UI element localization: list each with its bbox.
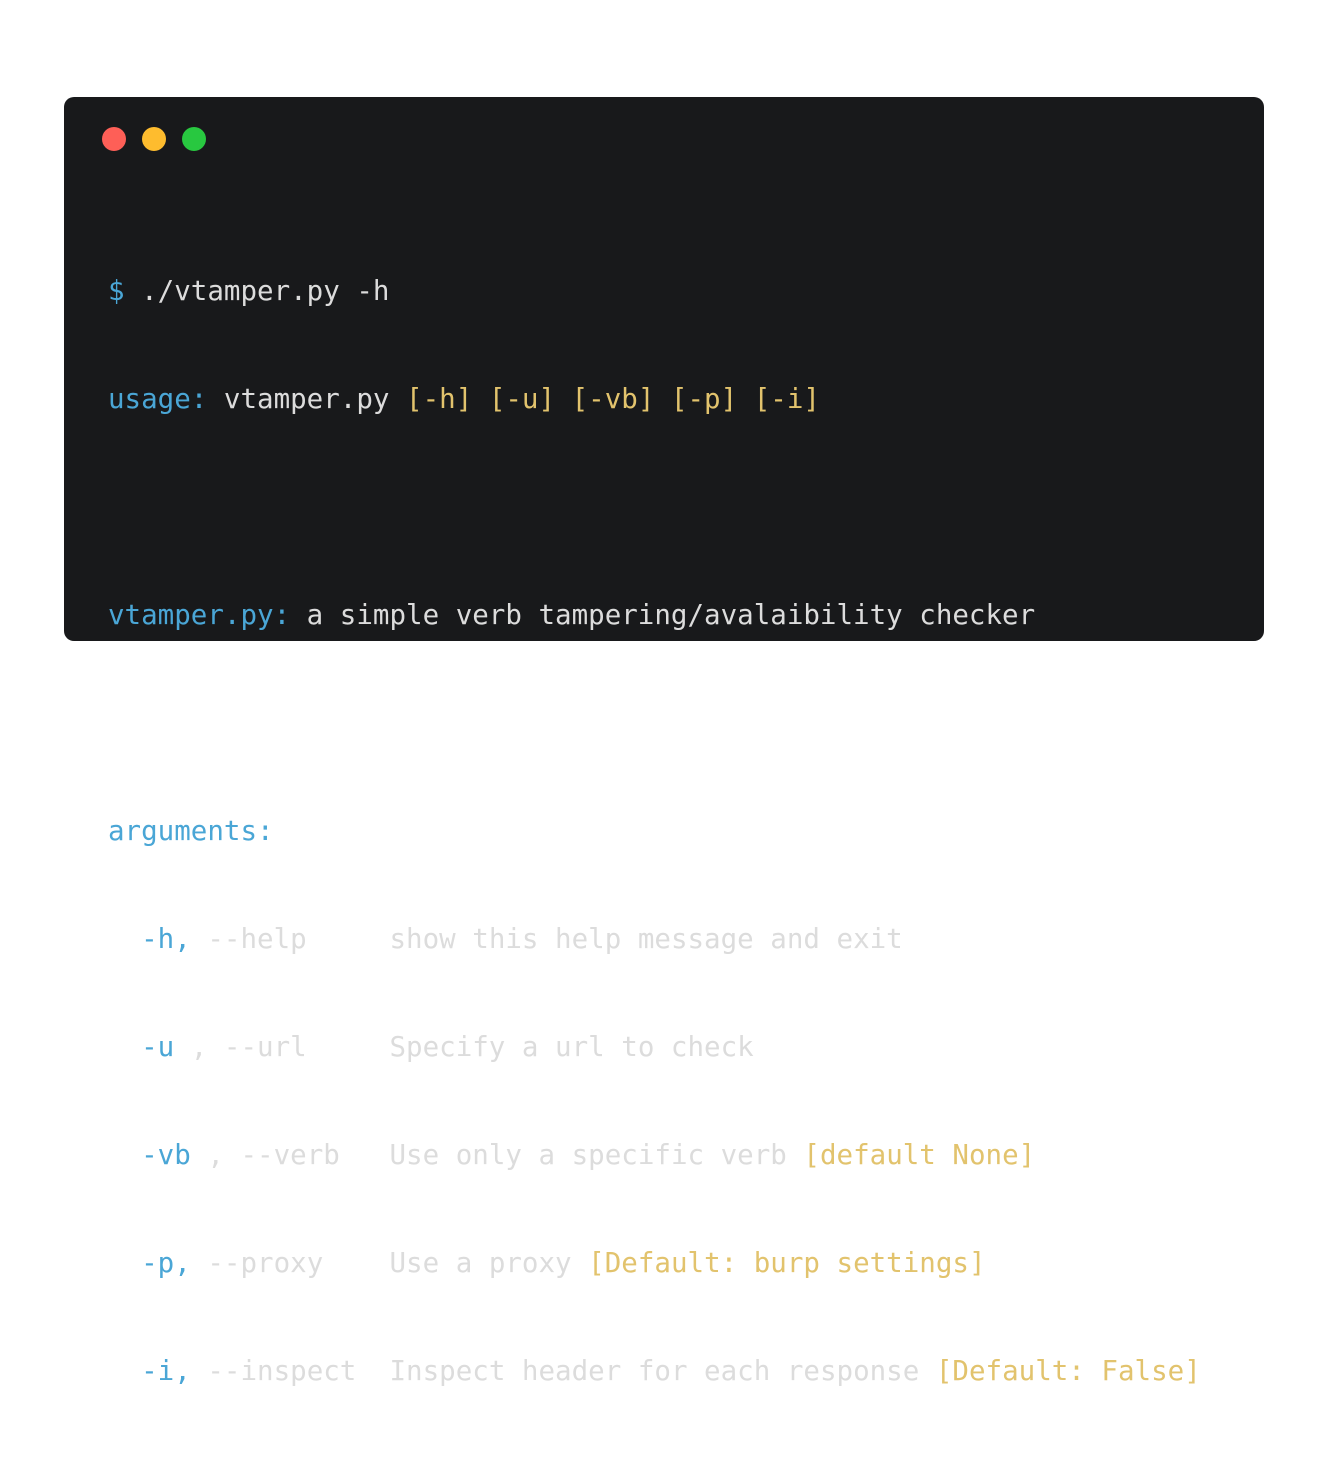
usage-line: usage: vtamper.py [-h] [-u] [-vb] [-p] [… bbox=[108, 381, 1201, 417]
argument-short-flag: -h, bbox=[108, 923, 191, 955]
argument-default: [default None] bbox=[803, 1139, 1036, 1171]
argument-long-flag: , --verb bbox=[190, 1139, 390, 1171]
usage-label: usage: bbox=[108, 383, 208, 415]
window-controls bbox=[102, 127, 206, 151]
description-line: vtamper.py: a simple verb tampering/aval… bbox=[108, 597, 1201, 633]
description-text: a simple verb tampering/avalaibility che… bbox=[290, 599, 1036, 631]
argument-row: -p, --proxy Use a proxy [Default: burp s… bbox=[108, 1245, 1201, 1281]
argument-row: -u , --url Specify a url to check bbox=[108, 1029, 1201, 1065]
argument-long-flag: --inspect bbox=[190, 1355, 390, 1387]
command-text: ./vtamper.py -h bbox=[124, 275, 390, 307]
usage-options: [-h] [-u] [-vb] [-p] [-i] bbox=[406, 383, 820, 415]
argument-short-flag: -u bbox=[108, 1031, 175, 1063]
argument-row: -i, --inspect Inspect header for each re… bbox=[108, 1353, 1201, 1389]
prompt-symbol: $ bbox=[108, 275, 125, 307]
argument-short-flag: -p, bbox=[108, 1247, 191, 1279]
terminal-output: $ ./vtamper.py -h usage: vtamper.py [-h]… bbox=[108, 201, 1201, 1461]
maximize-button[interactable] bbox=[182, 127, 206, 151]
argument-description: Inspect header for each response bbox=[389, 1355, 936, 1387]
terminal-window: $ ./vtamper.py -h usage: vtamper.py [-h]… bbox=[64, 97, 1264, 1387]
argument-description: Use a proxy bbox=[389, 1247, 589, 1279]
arguments-header-line: arguments: bbox=[108, 813, 1201, 849]
argument-long-flag: , --url bbox=[174, 1031, 390, 1063]
argument-row: -h, --help show this help message and ex… bbox=[108, 921, 1201, 957]
close-button[interactable] bbox=[102, 127, 126, 151]
argument-description: Specify a url to check bbox=[389, 1031, 754, 1063]
argument-short-flag: -vb bbox=[108, 1139, 191, 1171]
argument-default: [Default: False] bbox=[935, 1355, 1201, 1387]
arguments-header: arguments: bbox=[108, 815, 274, 847]
description-program: vtamper.py: bbox=[108, 599, 291, 631]
command-line: $ ./vtamper.py -h bbox=[108, 273, 1201, 309]
usage-program: vtamper.py bbox=[207, 383, 407, 415]
argument-description: show this help message and exit bbox=[389, 923, 903, 955]
minimize-button[interactable] bbox=[142, 127, 166, 151]
argument-short-flag: -i, bbox=[108, 1355, 191, 1387]
argument-long-flag: --help bbox=[190, 923, 390, 955]
argument-long-flag: --proxy bbox=[190, 1247, 390, 1279]
argument-description: Use only a specific verb bbox=[389, 1139, 804, 1171]
argument-default: [Default: burp settings] bbox=[588, 1247, 986, 1279]
argument-row: -vb , --verb Use only a specific verb [d… bbox=[108, 1137, 1201, 1173]
